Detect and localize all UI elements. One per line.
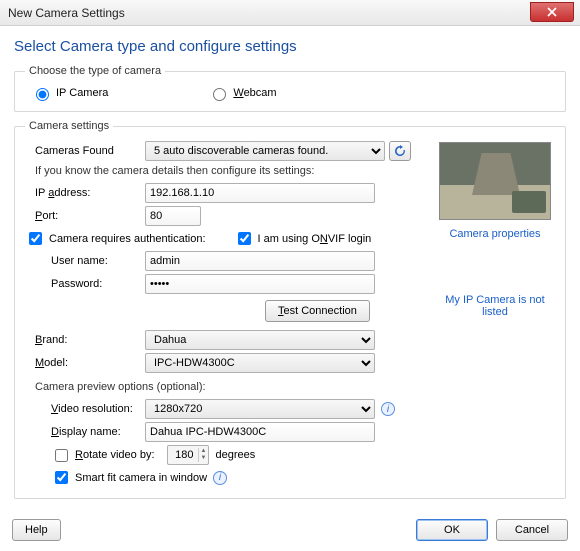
- rotate-spinner[interactable]: ▲▼: [167, 445, 210, 465]
- camera-preview-image: [439, 142, 551, 220]
- group-camera-type-legend: Choose the type of camera: [25, 65, 165, 77]
- close-icon: [547, 7, 557, 17]
- config-note: If you know the camera details then conf…: [35, 165, 429, 177]
- rotate-suffix: degrees: [215, 449, 255, 461]
- preview-options-label: Camera preview options (optional):: [35, 381, 429, 393]
- cancel-button[interactable]: Cancel: [496, 519, 568, 541]
- model-select[interactable]: IPC-HDW4300C: [145, 353, 375, 373]
- spinner-down-icon[interactable]: ▼: [199, 455, 209, 462]
- auth-label: Camera requires authentication:: [49, 233, 206, 245]
- close-button[interactable]: [530, 2, 574, 22]
- window-title: New Camera Settings: [8, 6, 125, 20]
- help-button[interactable]: Help: [12, 519, 61, 541]
- radio-webcam-input[interactable]: [213, 88, 226, 101]
- smartfit-checkbox[interactable]: [55, 471, 68, 484]
- radio-ip-camera-label: IP Camera: [56, 87, 108, 99]
- info-icon[interactable]: i: [381, 402, 395, 416]
- test-connection-button[interactable]: Test Connection: [265, 300, 370, 322]
- page-title: Select Camera type and configure setting…: [14, 38, 566, 55]
- password-label: Password:: [25, 278, 145, 290]
- onvif-checkbox[interactable]: [238, 232, 251, 245]
- group-camera-settings-legend: Camera settings: [25, 120, 113, 132]
- ip-label: IP address:: [25, 187, 145, 199]
- radio-webcam-label: Webcam: [233, 87, 276, 99]
- group-camera-type: Choose the type of camera IP Camera Webc…: [14, 65, 566, 112]
- info-icon[interactable]: i: [213, 471, 227, 485]
- rotate-checkbox[interactable]: [55, 449, 68, 462]
- titlebar: New Camera Settings: [0, 0, 580, 26]
- camera-properties-link[interactable]: Camera properties: [435, 228, 555, 240]
- smartfit-label: Smart fit camera in window: [75, 472, 207, 484]
- refresh-icon: [394, 145, 406, 157]
- cameras-found-select[interactable]: 5 auto discoverable cameras found.: [145, 141, 385, 161]
- brand-label: Brand:: [25, 334, 145, 346]
- dialog-footer: Help OK Cancel: [0, 513, 580, 551]
- resolution-select[interactable]: 1280x720: [145, 399, 375, 419]
- cameras-found-label: Cameras Found: [25, 145, 145, 157]
- onvif-label: I am using ONVIF login: [258, 233, 372, 245]
- ok-button[interactable]: OK: [416, 519, 488, 541]
- display-name-label: Display name:: [25, 426, 145, 438]
- radio-ip-camera-input[interactable]: [36, 88, 49, 101]
- auth-checkbox[interactable]: [29, 232, 42, 245]
- resolution-label: Video resolution:: [25, 403, 145, 415]
- radio-ip-camera[interactable]: IP Camera: [31, 85, 108, 101]
- port-label: Port:: [25, 210, 145, 222]
- model-label: Model:: [25, 357, 145, 369]
- password-input[interactable]: [145, 274, 375, 294]
- group-camera-settings: Camera settings Cameras Found 5 auto dis…: [14, 120, 566, 499]
- brand-select[interactable]: Dahua: [145, 330, 375, 350]
- rotate-value[interactable]: [168, 446, 198, 464]
- ip-address-input[interactable]: [145, 183, 375, 203]
- username-input[interactable]: [145, 251, 375, 271]
- rotate-label: Rotate video by:: [75, 449, 155, 461]
- camera-not-listed-link[interactable]: My IP Camera is not listed: [435, 294, 555, 318]
- port-input[interactable]: [145, 206, 201, 226]
- refresh-button[interactable]: [389, 141, 411, 161]
- radio-webcam[interactable]: Webcam: [208, 85, 276, 101]
- username-label: User name:: [25, 255, 145, 267]
- display-name-input[interactable]: [145, 422, 375, 442]
- spinner-up-icon[interactable]: ▲: [199, 448, 209, 455]
